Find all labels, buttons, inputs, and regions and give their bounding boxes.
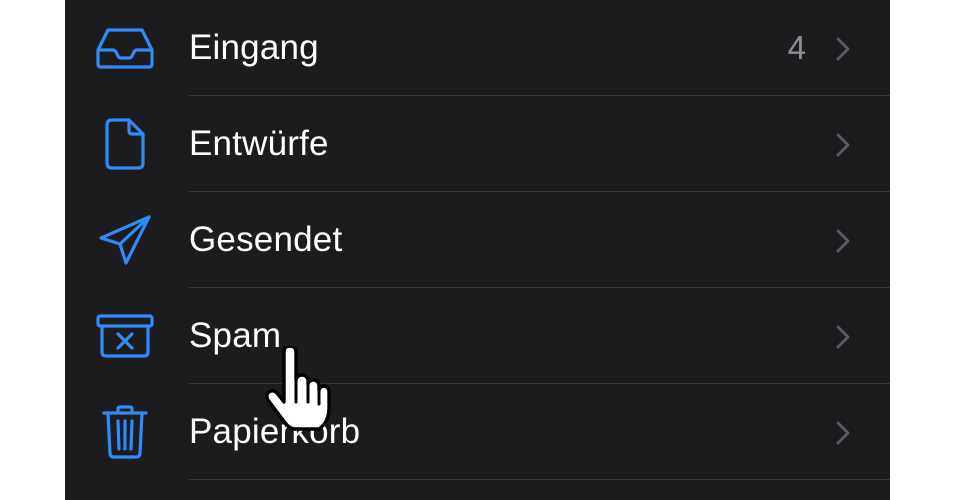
mailbox-row-spam[interactable]: Spam [65,288,890,384]
chevron-right-icon [836,325,850,349]
chevron-right-icon [836,133,850,157]
mailbox-row-trash[interactable]: Papierkorb [65,384,890,480]
chevron-right-icon [836,421,850,445]
mailbox-list: Eingang 4 Entwürfe Gesendet Spam Papierk… [65,0,890,500]
mailbox-label: Papierkorb [189,412,361,451]
inbox-tray-icon [93,18,157,78]
mailbox-row-sent[interactable]: Gesendet [65,192,890,288]
unread-count-badge: 4 [787,29,806,66]
mailbox-row-drafts[interactable]: Entwürfe [65,96,890,192]
mailbox-label: Gesendet [189,220,343,259]
document-icon [93,114,157,174]
mailbox-label: Entwürfe [189,124,329,163]
chevron-right-icon [836,229,850,253]
mailbox-label: Spam [189,316,282,355]
trash-icon [93,402,157,462]
mailbox-label: Eingang [189,28,319,67]
row-divider [189,479,890,480]
junk-bin-icon [93,306,157,366]
mailbox-row-inbox[interactable]: Eingang 4 [65,0,890,96]
chevron-right-icon [836,37,850,61]
paper-plane-icon [93,210,157,270]
